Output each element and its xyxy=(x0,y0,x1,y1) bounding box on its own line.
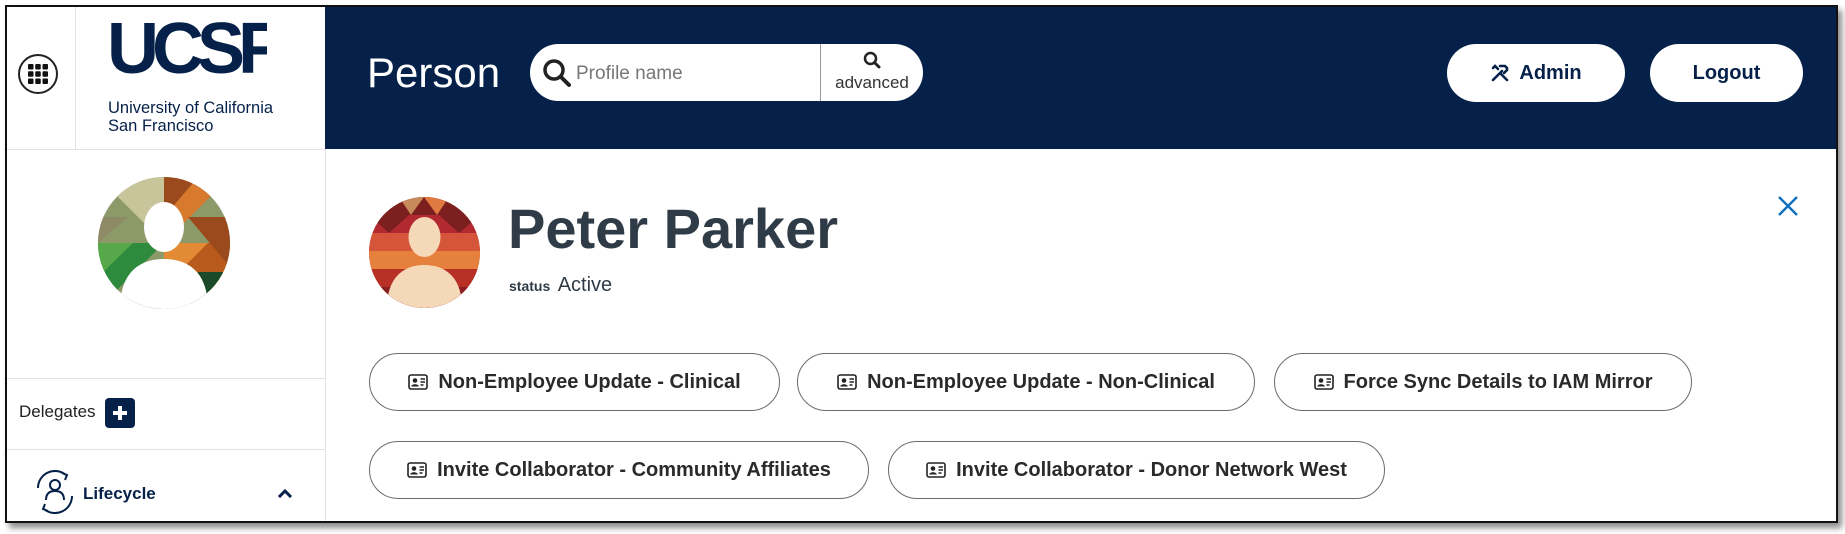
action-label: Invite Collaborator - Donor Network West xyxy=(956,458,1347,481)
admin-button[interactable]: Admin xyxy=(1447,44,1625,102)
delegates-label: Delegates xyxy=(19,402,96,421)
apps-menu-button[interactable] xyxy=(18,54,58,94)
action-label: Invite Collaborator - Community Affiliat… xyxy=(437,458,831,481)
top-header: Person advanced xyxy=(325,7,1836,149)
ucsf-subtitle-line2: San Francisco xyxy=(108,117,214,135)
force-sync-iam-mirror-button[interactable]: Force Sync Details to IAM Mirror xyxy=(1274,353,1692,411)
status-badge: Active xyxy=(557,274,613,296)
search-icon xyxy=(543,59,571,87)
contact-card-icon xyxy=(408,374,429,390)
plus-icon xyxy=(113,406,127,420)
sidebar: UCSF University of California San Franci… xyxy=(7,7,326,521)
contact-card-icon xyxy=(837,374,857,390)
contact-card-icon xyxy=(407,462,427,478)
non-employee-update-non-clinical-button[interactable]: Non-Employee Update - Non-Clinical xyxy=(797,353,1255,411)
chevron-up-icon[interactable] xyxy=(277,488,293,498)
lifecycle-section-header[interactable]: Lifecycle xyxy=(7,448,325,521)
logo-row: UCSF University of California San Franci… xyxy=(7,7,325,150)
ucsf-subtitle: University of California San Francisco xyxy=(108,99,273,135)
status-key: status xyxy=(509,278,551,294)
profile-search: advanced xyxy=(530,44,923,101)
add-delegate-button[interactable] xyxy=(105,398,135,428)
lifecycle-label: Lifecycle xyxy=(83,484,156,503)
ucsf-subtitle-line1: University of California xyxy=(108,99,274,117)
app-window: UCSF University of California San Franci… xyxy=(5,5,1838,523)
logout-button[interactable]: Logout xyxy=(1650,44,1803,102)
non-employee-update-clinical-button[interactable]: Non-Employee Update - Clinical xyxy=(369,353,780,411)
close-icon[interactable] xyxy=(1777,195,1799,217)
person-avatar xyxy=(369,197,480,308)
invite-collaborator-donor-network-west-button[interactable]: Invite Collaborator - Donor Network West xyxy=(888,441,1385,499)
apps-cell xyxy=(7,7,76,149)
advanced-search-button[interactable]: advanced xyxy=(820,44,923,101)
ucsf-logo[interactable]: UCSF xyxy=(107,13,267,97)
tools-icon xyxy=(1492,64,1509,82)
advanced-search-label: advanced xyxy=(835,73,909,92)
contact-card-icon xyxy=(926,462,946,478)
admin-label: Admin xyxy=(1519,61,1582,84)
person-name: Peter Parker xyxy=(508,197,839,260)
person-detail-panel: Peter Parker status Active Non-Employee … xyxy=(325,149,1836,521)
action-label: Non-Employee Update - Clinical xyxy=(438,370,741,393)
invite-collaborator-community-affiliates-button[interactable]: Invite Collaborator - Community Affiliat… xyxy=(369,441,869,499)
profile-search-input[interactable] xyxy=(574,44,818,101)
person-status: status Active xyxy=(509,274,612,297)
search-icon xyxy=(863,51,881,69)
contact-card-icon xyxy=(1313,374,1334,390)
action-label: Force Sync Details to IAM Mirror xyxy=(1343,370,1653,393)
logout-label: Logout xyxy=(1692,61,1761,84)
sidebar-avatar xyxy=(98,177,230,309)
action-label: Non-Employee Update - Non-Clinical xyxy=(867,370,1215,393)
lifecycle-icon xyxy=(36,470,74,514)
grid-icon xyxy=(28,64,48,84)
delegates-row: Delegates xyxy=(7,378,325,450)
ucsf-logo-text: UCSF xyxy=(107,13,267,89)
page-title: Person xyxy=(367,49,501,96)
